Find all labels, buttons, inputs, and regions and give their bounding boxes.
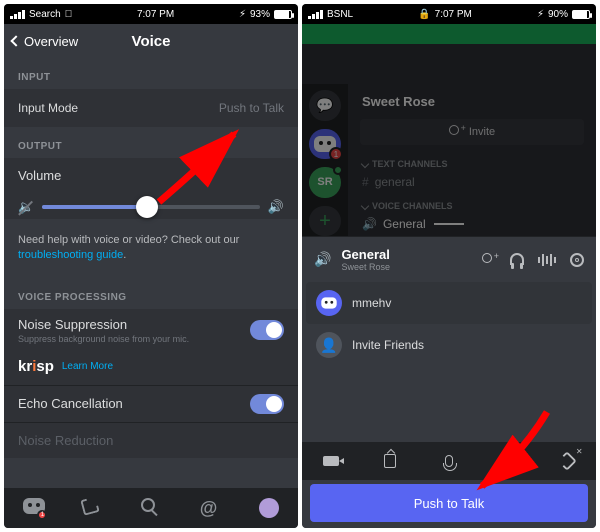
section-output: OUTPUT xyxy=(4,127,298,158)
participant-row[interactable]: mmehv xyxy=(306,282,592,324)
nav-calls-icon[interactable] xyxy=(82,498,102,518)
speaker-loud-icon: 🔊 xyxy=(268,199,284,215)
camera-icon[interactable] xyxy=(321,451,341,471)
gear-icon[interactable] xyxy=(570,253,584,267)
input-mode-row[interactable]: Input Mode Push to Talk xyxy=(4,89,298,127)
chevron-left-icon xyxy=(10,35,21,46)
active-call-bar[interactable] xyxy=(302,24,596,44)
right-phone: BSNL 🔒 7:07 PM ⚡︎ 90% 💬 1 SR + Sweet Ros… xyxy=(302,4,596,528)
nav-search-icon[interactable] xyxy=(141,498,161,518)
push-to-talk-button[interactable]: Push to Talk xyxy=(310,484,588,522)
charging-icon: ⚡︎ xyxy=(537,9,544,20)
battery-icon xyxy=(274,10,292,19)
nav-mentions-icon[interactable]: @ xyxy=(200,498,220,518)
voice-panel: 🔊 General Sweet Rose mmehv xyxy=(302,236,596,528)
lock-icon: 🔒 xyxy=(418,9,430,20)
nav-avatar[interactable] xyxy=(259,498,279,518)
left-phone: Search 􀙇 7:07 PM ⚡︎ 93% Overview Voice I… xyxy=(4,4,298,528)
section-input: INPUT xyxy=(4,58,298,89)
speaker-output-icon[interactable] xyxy=(498,451,518,471)
noise-suppression-label: Noise Suppression xyxy=(18,317,189,332)
krisp-row: krisp Learn More xyxy=(4,352,298,385)
volume-slider[interactable]: 🔈 🔊 xyxy=(18,199,284,215)
page-title: Voice xyxy=(132,33,171,50)
status-bar: Search 􀙇 7:07 PM ⚡︎ 93% xyxy=(4,4,298,24)
battery-icon xyxy=(572,10,590,19)
voice-header: 🔊 General Sweet Rose xyxy=(302,237,596,282)
mic-icon[interactable] xyxy=(439,451,459,471)
invite-friends-icon: 👤 xyxy=(316,332,342,358)
carrier-label: Search xyxy=(29,9,61,20)
voice-channel-name: General xyxy=(341,247,472,262)
carrier-label: BSNL xyxy=(327,9,353,20)
clock: 7:07 PM xyxy=(137,9,174,20)
voice-server-name: Sweet Rose xyxy=(341,262,472,272)
bottom-nav: 1 @ xyxy=(4,488,298,528)
back-label: Overview xyxy=(24,34,78,49)
clock: 7:07 PM xyxy=(435,9,472,20)
avatar xyxy=(316,290,342,316)
echo-cancellation-label: Echo Cancellation xyxy=(18,396,123,411)
hangup-icon[interactable]: ✕ xyxy=(557,451,577,471)
battery-label: 93% xyxy=(250,9,270,20)
input-mode-value: Push to Talk xyxy=(219,101,284,115)
noise-suppression-sub: Suppress background noise from your mic. xyxy=(18,334,189,344)
wifi-icon: 􀙇 xyxy=(65,9,73,20)
speaker-icon: 🔊 xyxy=(314,251,331,268)
invite-friends-label: Invite Friends xyxy=(352,338,424,352)
noise-reduction-label: Noise Reduction xyxy=(18,433,113,448)
noise-reduction-row: Noise Reduction xyxy=(4,422,298,458)
charging-icon: ⚡︎ xyxy=(239,9,246,20)
krisp-logo: krisp xyxy=(18,358,54,375)
screenshare-icon[interactable] xyxy=(380,451,400,471)
noise-suppression-toggle[interactable] xyxy=(250,320,284,340)
signal-icon xyxy=(10,10,25,19)
slider-knob[interactable] xyxy=(136,196,158,218)
status-bar: BSNL 🔒 7:07 PM ⚡︎ 90% xyxy=(302,4,596,24)
battery-label: 90% xyxy=(548,9,568,20)
speaker-mute-icon: 🔈 xyxy=(18,199,34,215)
troubleshooting-link[interactable]: troubleshooting guide xyxy=(18,249,123,261)
noise-suppression-row[interactable]: Noise Suppression Suppress background no… xyxy=(4,309,298,352)
slider-track[interactable] xyxy=(42,205,260,209)
section-voice-processing: VOICE PROCESSING xyxy=(4,278,298,309)
call-toolbar: ✕ xyxy=(302,442,596,480)
krisp-learn-more[interactable]: Learn More xyxy=(62,361,113,372)
headphones-icon[interactable] xyxy=(510,253,524,265)
server-view: 💬 1 SR + Sweet Rose Invite TEXT CHANNELS… xyxy=(302,44,596,236)
dim-overlay xyxy=(302,44,596,236)
participant-name: mmehv xyxy=(352,296,391,310)
nav-discord-icon[interactable]: 1 xyxy=(23,498,43,518)
soundboard-icon[interactable] xyxy=(538,253,556,267)
add-user-icon[interactable] xyxy=(482,253,496,267)
echo-cancellation-toggle[interactable] xyxy=(250,394,284,414)
nav-badge: 1 xyxy=(37,510,47,520)
signal-icon xyxy=(308,10,323,19)
echo-cancellation-row[interactable]: Echo Cancellation xyxy=(4,385,298,422)
volume-label: Volume xyxy=(18,168,284,183)
settings-header: Overview Voice xyxy=(4,24,298,58)
input-mode-label: Input Mode xyxy=(18,101,78,115)
help-text: Need help with voice or video? Check out… xyxy=(4,219,298,278)
invite-friends-row[interactable]: 👤 Invite Friends xyxy=(306,324,592,366)
back-button[interactable]: Overview xyxy=(12,34,78,49)
volume-row: Volume 🔈 🔊 xyxy=(4,158,298,219)
